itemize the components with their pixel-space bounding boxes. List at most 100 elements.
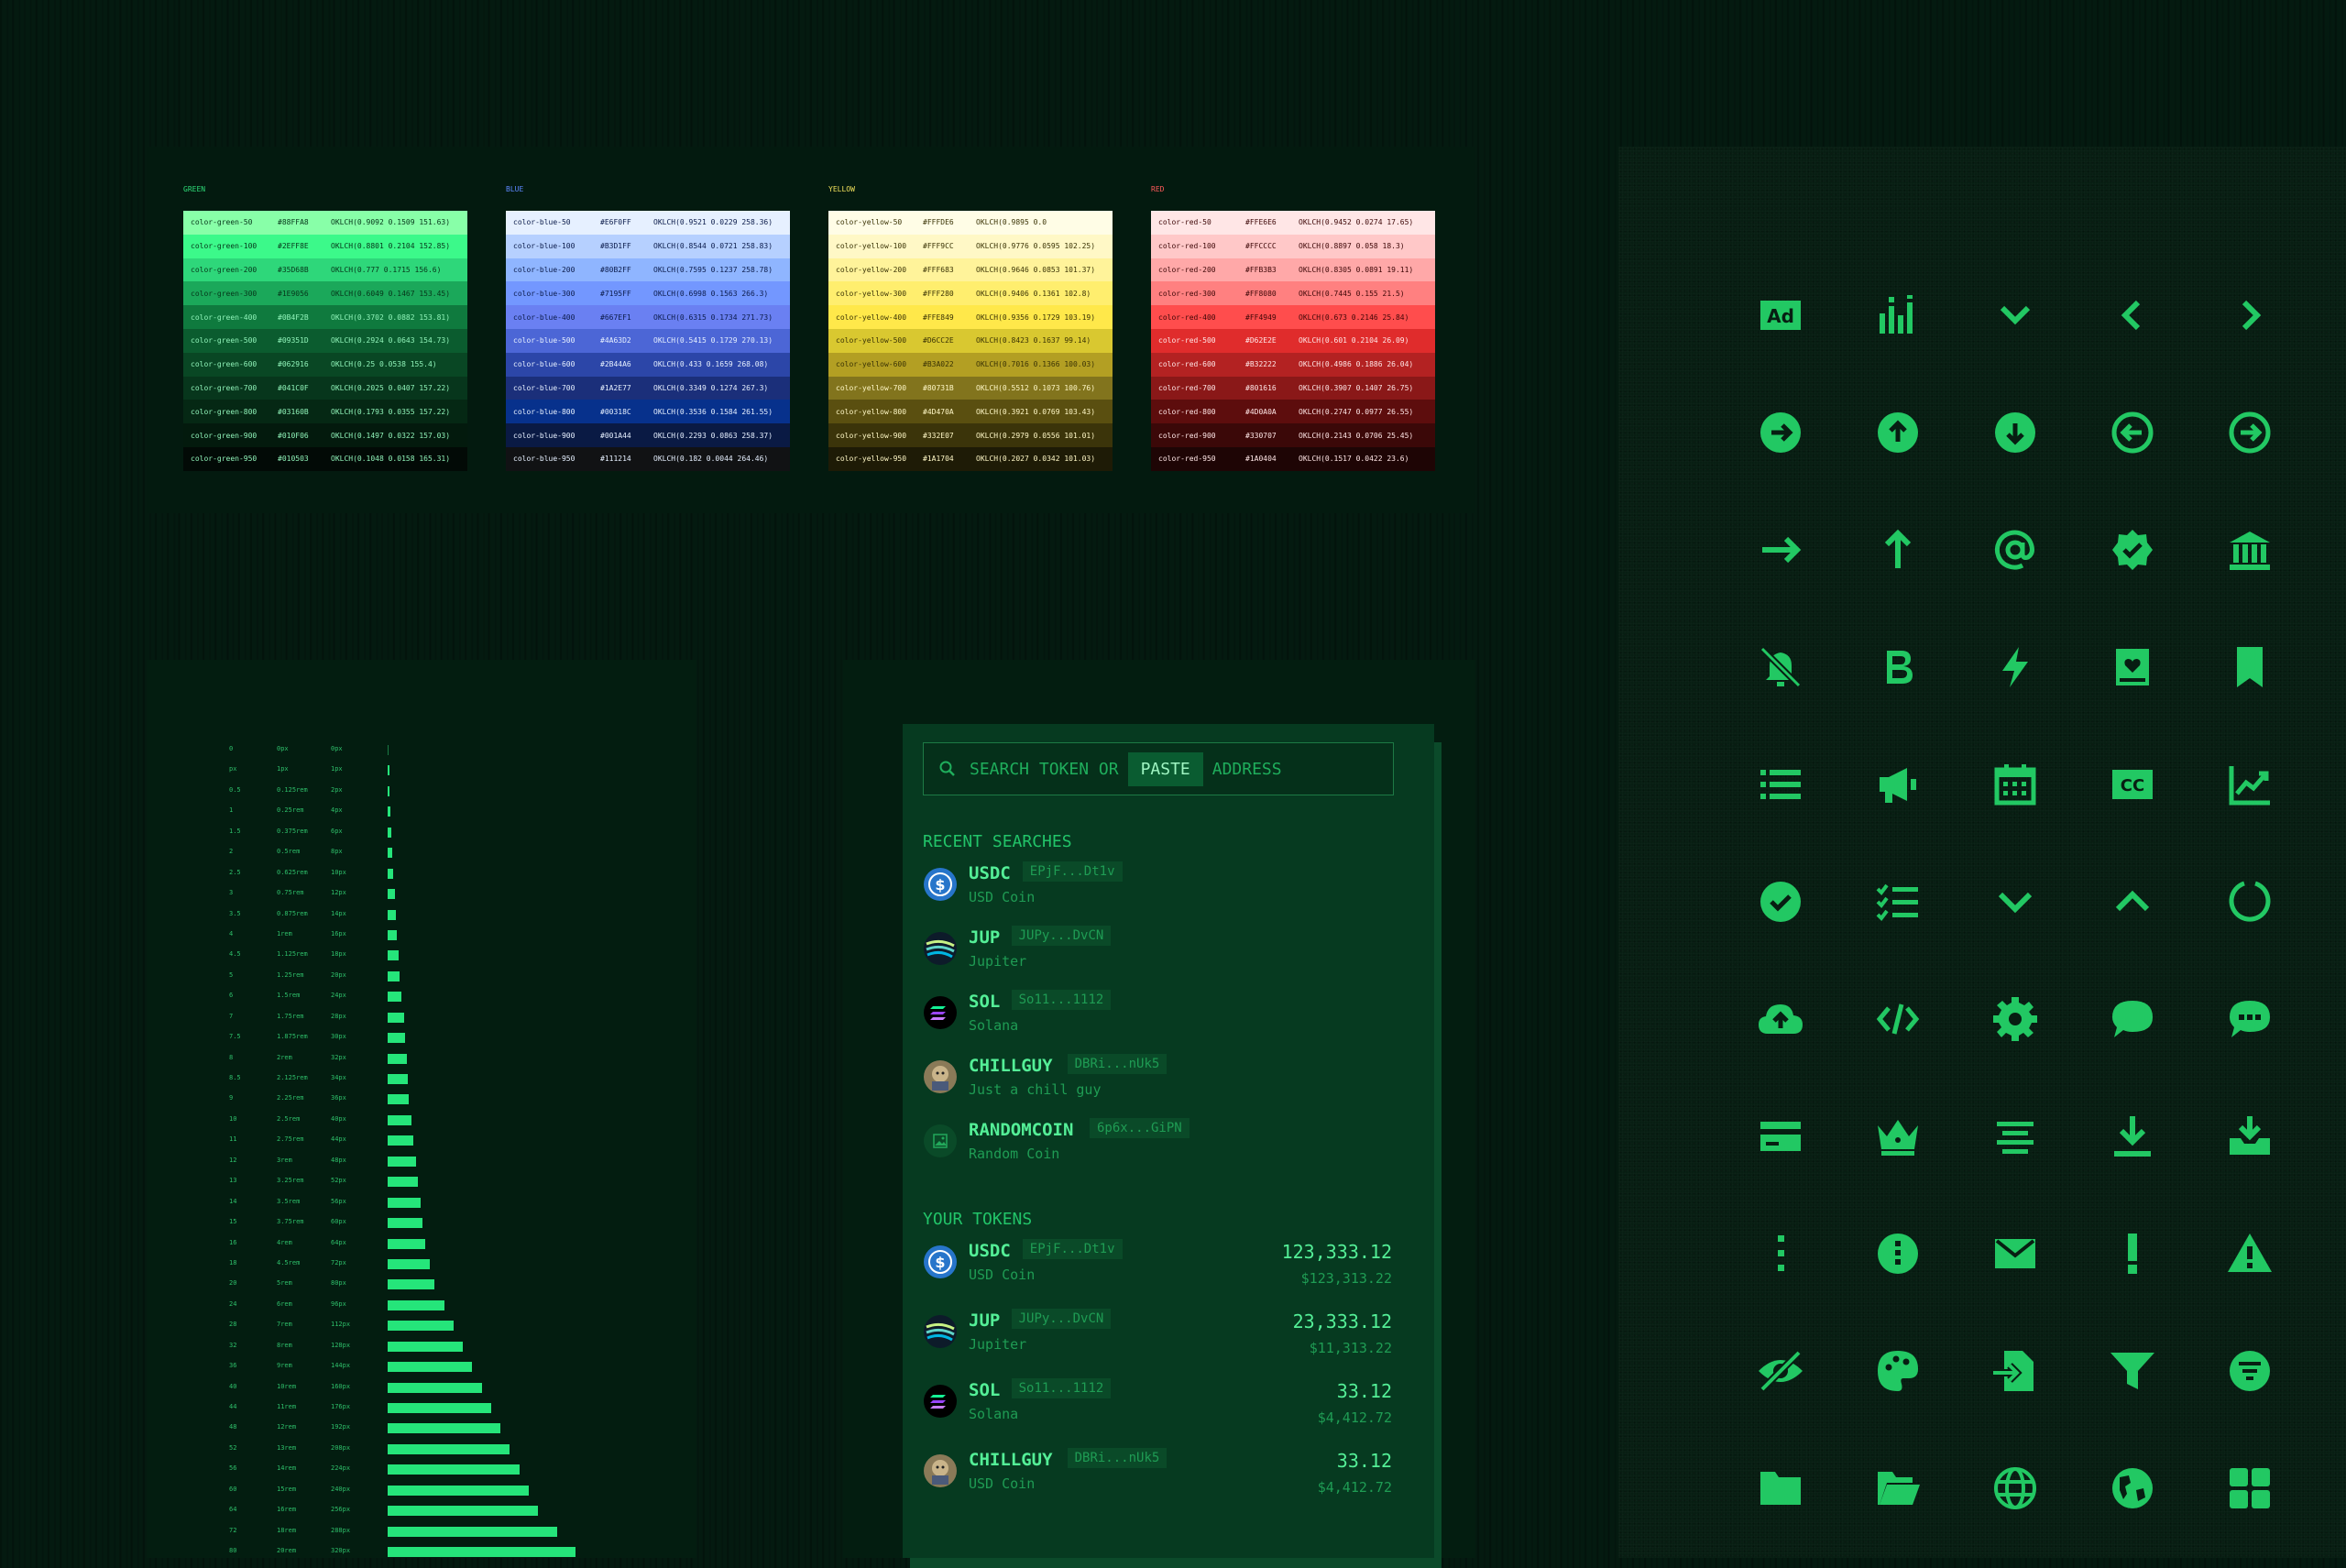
spacing-rem: 2.125rem: [277, 1074, 308, 1081]
token-address-badge[interactable]: So11...1112: [1011, 1378, 1112, 1398]
palette-group-blue: BLUE color-blue-50 #E6F0FF OKLCH(0.9521 0.0…: [506, 185, 790, 471]
spacing-key: 12: [229, 1156, 237, 1164]
swatch-oklch: OKLCH(0.2747 0.0977 26.55): [1299, 407, 1414, 416]
token-address-badge[interactable]: JUPy...DvCN: [1011, 1309, 1112, 1329]
swatch-row: color-yellow-600 #B3A022 OKLCH(0.7016 0.13…: [828, 352, 1113, 377]
spacing-key: 16: [229, 1238, 237, 1246]
token-address-badge[interactable]: DBRi...nUk5: [1067, 1448, 1168, 1468]
arrow-right-icon: [1755, 524, 1806, 576]
spacing-px: 6px: [331, 827, 343, 835]
swatch-row: color-red-800 #4D0A0A OKLCH(0.2747 0.0977 …: [1151, 400, 1435, 424]
swatch-oklch: OKLCH(0.9521 0.0229 258.36): [653, 218, 773, 227]
spacing-key: 6: [229, 992, 234, 1000]
filter-circle-icon: [2224, 1345, 2275, 1397]
spacing-px: 20px: [331, 970, 346, 979]
spacing-key: 7: [229, 1012, 234, 1020]
token-symbol: CHILLGUY: [969, 1450, 1053, 1470]
swatch-oklch: OKLCH(0.2924 0.0643 154.73): [331, 336, 451, 345]
swatch-row: color-blue-700 #1A2E77 OKLCH(0.3349 0.1274…: [506, 376, 790, 400]
arrow-up-icon: [1872, 524, 1924, 576]
swatch-row: color-red-500 #D62E2E OKLCH(0.601 0.2104 2…: [1151, 328, 1435, 353]
token-address-badge[interactable]: EPjF...Dt1v: [1022, 861, 1123, 882]
token-row-usdc[interactable]: $ USDC EPjF...Dt1v USD Coin: [923, 861, 1392, 918]
token-symbol: USDC: [969, 863, 1011, 883]
spacing-bar: [388, 1258, 431, 1269]
token-address-badge[interactable]: EPjF...Dt1v: [1022, 1239, 1123, 1259]
swatch-hex: #35D68B: [278, 265, 309, 274]
spacing-bar: [388, 1197, 421, 1208]
bell-off-icon: [1755, 641, 1806, 693]
bullet-list-icon: [1755, 759, 1806, 810]
swatch-hex: #09351D: [278, 336, 309, 345]
token-balance: 23,333.12: [1292, 1310, 1392, 1332]
swatch-row: color-blue-100 #B3D1FF OKLCH(0.8544 0.0721…: [506, 234, 790, 258]
token-address-badge[interactable]: So11...1112: [1011, 990, 1112, 1010]
spacing-rem: 0.5rem: [277, 848, 301, 856]
spacing-px: 56px: [331, 1197, 346, 1205]
search-input[interactable]: SEARCH TOKEN OR PASTE ADDRESS: [923, 742, 1394, 795]
code-icon: [1872, 993, 1924, 1045]
swatch-row: color-green-950 #010503 OKLCH(0.1048 0.015…: [183, 446, 467, 471]
paste-button[interactable]: PASTE: [1127, 751, 1203, 786]
swatch-hex: #010503: [278, 455, 309, 464]
spacing-px: 28px: [331, 1012, 346, 1020]
spacing-bar: [388, 1485, 529, 1496]
spacing-rem: 10rem: [277, 1382, 297, 1390]
swatch-table: color-red-50 #FFE6E6 OKLCH(0.9452 0.0274 1…: [1151, 211, 1435, 471]
token-usd-value: $4,412.72: [1317, 1479, 1392, 1496]
spacing-key: 1.5: [229, 827, 241, 835]
token-address-badge[interactable]: 6p6x...GiPN: [1090, 1118, 1189, 1138]
swatch-token-name: color-blue-800: [513, 407, 576, 416]
swatch-oklch: OKLCH(0.7595 0.1237 258.78): [653, 265, 773, 274]
token-address-badge[interactable]: DBRi...nUk5: [1067, 1054, 1168, 1074]
usdc-icon: $: [923, 867, 958, 902]
swatch-row: color-yellow-700 #80731B OKLCH(0.5512 0.10…: [828, 376, 1113, 400]
swatch-oklch: OKLCH(0.3921 0.0769 103.43): [976, 407, 1096, 416]
spacing-bar: [388, 1382, 482, 1393]
spacing-key: px: [229, 765, 237, 773]
token-row-chillguy[interactable]: CHILLGUY DBRi...nUk5 USD Coin 33.12 $4,412.7…: [923, 1448, 1392, 1505]
spacing-key: 60: [229, 1485, 237, 1493]
spacing-px: 320px: [331, 1547, 351, 1555]
swatch-token-name: color-red-950: [1158, 455, 1216, 464]
globe-icon: [1990, 1463, 2041, 1514]
folder-open-icon: [1872, 1463, 1924, 1514]
token-row-jup[interactable]: JUP JUPy...DvCN Jupiter 23,333.12 $11,313.22: [923, 1309, 1392, 1365]
token-row-usdc[interactable]: $ USDC EPjF...Dt1v USD Coin 123,333.12 $123,3…: [923, 1239, 1392, 1296]
token-address-badge[interactable]: JUPy...DvCN: [1011, 926, 1112, 946]
spacing-rem: 18rem: [277, 1526, 297, 1534]
token-row-sol[interactable]: SOL So11...1112 Solana: [923, 990, 1392, 1047]
filter-icon: [2107, 1345, 2158, 1397]
swatch-row: color-blue-950 #111214 OKLCH(0.182 0.0044 …: [506, 446, 790, 471]
swatch-token-name: color-red-800: [1158, 407, 1216, 416]
swatch-row: color-green-900 #010F06 OKLCH(0.1497 0.032…: [183, 423, 467, 447]
swatch-hex: #330707: [1245, 431, 1277, 440]
swatch-hex: #0B4F2B: [278, 313, 309, 322]
swatch-table: color-yellow-50 #FFFDE6 OKLCH(0.9895 0.0 co…: [828, 211, 1113, 471]
token-row-chillguy[interactable]: CHILLGUY DBRi...nUk5 Just a chill guy: [923, 1054, 1392, 1111]
book-heart-icon: [2107, 641, 2158, 693]
spacing-key: 18: [229, 1258, 237, 1266]
token-row-randomcoin[interactable]: RANDOMCOIN 6p6x...GiPN Random Coin: [923, 1118, 1392, 1175]
swatch-row: color-yellow-900 #332E07 OKLCH(0.2979 0.05…: [828, 423, 1113, 447]
swatch-oklch: OKLCH(0.1497 0.0322 157.03): [331, 431, 451, 440]
spacing-rem: 5rem: [277, 1279, 292, 1288]
token-symbol: JUP: [969, 1310, 1001, 1331]
spacing-bar: [388, 1403, 491, 1413]
spacing-px: 192px: [331, 1423, 351, 1431]
token-row-jup[interactable]: JUP JUPy...DvCN Jupiter: [923, 926, 1392, 982]
swatch-row: color-blue-500 #4A63D2 OKLCH(0.5415 0.1729…: [506, 328, 790, 353]
svg-text:$: $: [935, 876, 945, 894]
swatch-token-name: color-blue-700: [513, 383, 576, 392]
spacing-rem: 1.75rem: [277, 1012, 304, 1020]
swatch-hex: #00318C: [600, 407, 631, 416]
swatch-hex: #B32222: [1245, 360, 1277, 369]
spacing-bar: [388, 765, 389, 776]
token-symbol: JUP: [969, 927, 1001, 948]
spacing-bar: [388, 1362, 473, 1373]
swatch-row: color-red-100 #FFCCCC OKLCH(0.8897 0.058 1…: [1151, 234, 1435, 258]
swatch-hex: #041C0F: [278, 383, 309, 392]
token-row-sol[interactable]: SOL So11...1112 Solana 33.12 $4,412.72: [923, 1378, 1392, 1435]
swatch-hex: #B3D1FF: [600, 242, 631, 251]
spacing-bar: [388, 1135, 414, 1146]
